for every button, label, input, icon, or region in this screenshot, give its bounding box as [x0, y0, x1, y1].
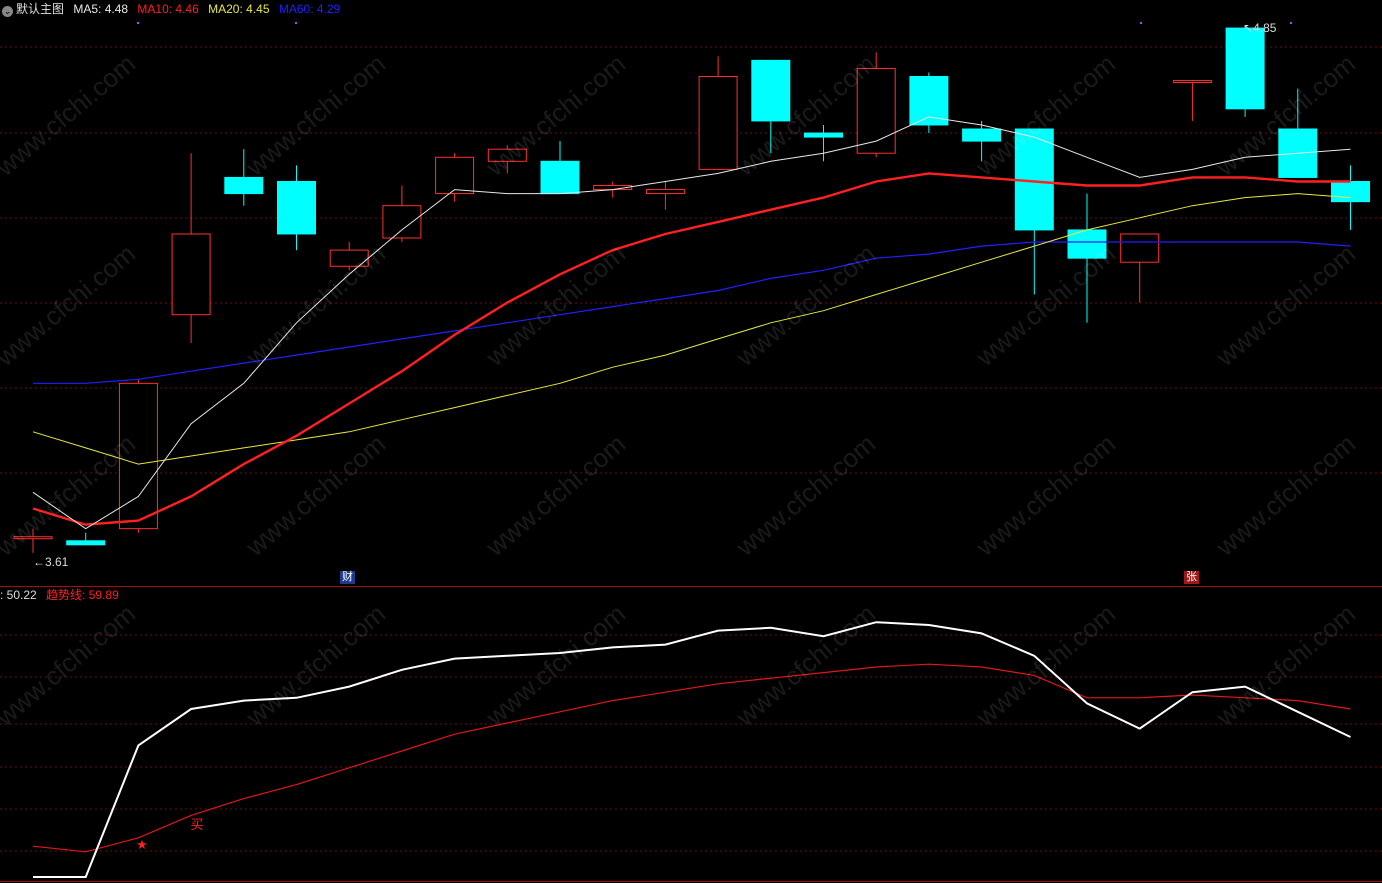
candle-body — [487, 148, 527, 162]
candle-body — [382, 205, 422, 239]
candle-body — [1120, 233, 1160, 263]
trend-line — [32, 663, 1351, 853]
candle-body — [751, 59, 791, 122]
signal-dot — [295, 22, 297, 24]
candle-body — [1225, 27, 1265, 110]
candle-body — [277, 180, 316, 235]
indicator-line — [33, 621, 1351, 878]
candle-body — [804, 132, 843, 138]
candle-body — [435, 156, 475, 195]
ma10-line — [32, 172, 1351, 526]
candle-body — [1172, 80, 1212, 84]
candle-body — [329, 249, 369, 267]
candlestick-chart[interactable] — [0, 0, 1382, 586]
candle-body — [66, 540, 106, 546]
candle-body — [698, 76, 738, 170]
candle-body — [171, 233, 211, 316]
candle-body — [645, 189, 685, 195]
signal-dot — [137, 22, 139, 24]
buy-annotation: 买 — [190, 817, 203, 832]
high-price-label: ↖4.85 — [1243, 21, 1277, 35]
ma60-line — [33, 241, 1351, 384]
signal-dot — [1140, 22, 1142, 24]
candle-body — [224, 176, 264, 195]
signal-dot — [1290, 22, 1292, 24]
candle-body — [540, 160, 580, 195]
rise-marker[interactable]: 张 — [1184, 571, 1199, 584]
star-annotation: ★ — [136, 837, 148, 852]
candle-body — [909, 76, 949, 126]
candle-body — [1331, 180, 1370, 203]
bottom-border — [0, 881, 1382, 882]
finance-marker[interactable]: 财 — [340, 571, 355, 584]
candle-body — [13, 536, 53, 540]
candle-body — [856, 67, 896, 154]
candle-body — [962, 128, 1002, 142]
candle-body — [118, 382, 158, 530]
low-price-label: ←3.61 — [33, 555, 69, 569]
indicator-chart[interactable]: ★买 — [0, 587, 1382, 883]
